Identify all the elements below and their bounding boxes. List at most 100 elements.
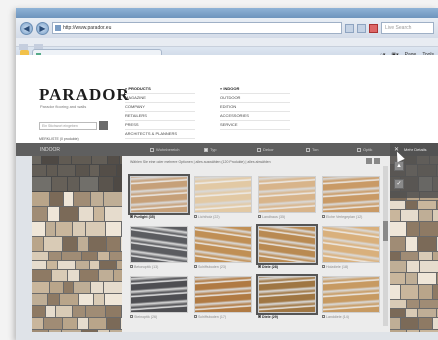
filter-option[interactable]: Optik bbox=[357, 147, 372, 152]
scrollbar-thumb[interactable] bbox=[383, 221, 388, 241]
nav-link[interactable]: ACCESSORIES bbox=[220, 112, 290, 121]
grid-scrollbar[interactable] bbox=[383, 166, 388, 326]
tile-label[interactable]: Landhaus (35) bbox=[258, 215, 285, 219]
floor-sample-tile[interactable] bbox=[130, 276, 188, 313]
floor-sample-tile[interactable] bbox=[258, 176, 316, 213]
tile-checkbox[interactable] bbox=[322, 265, 325, 268]
wood-plank-decor bbox=[76, 261, 89, 269]
tile-checkbox[interactable] bbox=[194, 265, 197, 268]
go-button[interactable] bbox=[345, 23, 354, 33]
tile-label[interactable]: Eiche Verlegeplan (12) bbox=[322, 215, 362, 219]
tile-checkbox[interactable] bbox=[130, 315, 133, 318]
filter-option[interactable]: Ton bbox=[306, 147, 318, 152]
wood-plank-decor bbox=[60, 207, 78, 221]
wood-plank-decor bbox=[420, 330, 438, 332]
wood-plank-decor bbox=[419, 210, 432, 221]
tile-label[interactable]: Holzdiele (18) bbox=[322, 265, 348, 269]
wood-plank-decor bbox=[32, 207, 47, 221]
tile-label[interactable]: Steinoptik (26) bbox=[130, 315, 157, 319]
tile-checkbox[interactable] bbox=[194, 315, 197, 318]
site-search-button[interactable] bbox=[99, 121, 108, 130]
list-view-icon[interactable] bbox=[374, 158, 380, 164]
tile-checkbox[interactable] bbox=[322, 315, 325, 318]
nav-link[interactable]: PRESS bbox=[125, 121, 195, 130]
tile-checkbox[interactable] bbox=[322, 215, 325, 218]
filter-option[interactable]: Wohnbereich bbox=[150, 147, 180, 152]
nav-link[interactable]: » INDOOR bbox=[220, 85, 290, 94]
filter-option[interactable]: Typ bbox=[204, 147, 216, 152]
tile-label[interactable]: Lichtholz (22) bbox=[194, 215, 220, 219]
wood-plank-decor bbox=[62, 252, 81, 260]
nav-link[interactable]: ARCHITECTS & PLANNERS bbox=[125, 130, 195, 139]
wood-plank-decor bbox=[407, 300, 419, 308]
tile-label[interactable]: Diele (29) bbox=[258, 315, 278, 319]
floor-sample-tile[interactable] bbox=[194, 176, 252, 213]
tile-label[interactable]: Schiffsboden (23) bbox=[194, 265, 226, 269]
filter-checkbox[interactable] bbox=[306, 148, 310, 152]
floor-sample-tile[interactable] bbox=[194, 226, 252, 263]
site-search-input[interactable]: Ein Stichwort eingeben bbox=[39, 122, 97, 130]
filter-checkbox[interactable] bbox=[257, 148, 261, 152]
tile-label[interactable]: Diele (28) bbox=[258, 265, 278, 269]
tile-label[interactable]: Betonoptik (13) bbox=[130, 265, 158, 269]
tile-checkbox[interactable] bbox=[130, 265, 133, 268]
confirm-button[interactable]: ✓ bbox=[394, 179, 404, 189]
floor-sample-tile[interactable] bbox=[128, 174, 190, 215]
tile-label[interactable]: Schiffsboden (17) bbox=[194, 315, 226, 319]
forward-arrow-icon[interactable]: ▶ bbox=[36, 21, 49, 35]
wood-plank-decor bbox=[32, 306, 45, 317]
wood-plank-decor bbox=[82, 252, 97, 260]
nav-link[interactable]: MAGAZINE bbox=[125, 94, 195, 103]
url-text: http://www.parador.eu bbox=[63, 25, 112, 31]
tile-label-text: Steinoptik (26) bbox=[134, 315, 158, 319]
nav-link[interactable]: SERVICE bbox=[220, 121, 290, 130]
wood-plank-decor bbox=[107, 237, 120, 251]
nav-link[interactable]: EDITION bbox=[220, 103, 290, 112]
wood-plank-decor bbox=[406, 273, 417, 284]
wood-plank-decor bbox=[32, 237, 43, 251]
back-arrow-icon[interactable]: ◀ bbox=[20, 21, 33, 35]
site-logo[interactable]: PARADOR bbox=[39, 85, 130, 105]
view-toggle bbox=[366, 158, 380, 164]
filter-checkbox[interactable] bbox=[357, 148, 361, 152]
floor-sample-tile[interactable] bbox=[322, 226, 380, 263]
nav-link[interactable]: » PRODUCTS bbox=[125, 85, 195, 94]
grid-view-icon[interactable] bbox=[366, 158, 372, 164]
tile-checkbox[interactable] bbox=[194, 215, 197, 218]
filter-checkbox[interactable] bbox=[150, 148, 154, 152]
wood-plank-decor bbox=[104, 192, 122, 206]
address-bar[interactable]: http://www.parador.eu bbox=[52, 22, 342, 34]
floor-sample-tile[interactable] bbox=[194, 276, 252, 313]
expand-button[interactable]: ▲ bbox=[394, 161, 404, 171]
filter-checkbox[interactable] bbox=[204, 148, 208, 152]
search-input[interactable]: Live Search bbox=[381, 22, 434, 34]
tile-label[interactable]: Purlight (35) bbox=[130, 215, 155, 219]
wood-plank-decor bbox=[390, 300, 406, 308]
floor-sample-tile[interactable] bbox=[322, 176, 380, 213]
tile-checkbox[interactable] bbox=[258, 265, 261, 268]
tile-label[interactable]: Landdiele (14) bbox=[322, 315, 349, 319]
nav-link[interactable]: OUTDOOR bbox=[220, 94, 290, 103]
wood-plank-decor bbox=[406, 201, 417, 209]
my-list-link[interactable]: MERKLISTE (0 produkte) bbox=[39, 137, 79, 141]
left-decor-panel bbox=[32, 156, 122, 332]
wood-plank-decor bbox=[110, 252, 122, 260]
filter-option[interactable]: Dekor bbox=[257, 147, 274, 152]
nav-link[interactable]: RETAILERS bbox=[125, 112, 195, 121]
wood-plank-decor bbox=[420, 261, 438, 272]
floor-sample-tile[interactable] bbox=[256, 274, 318, 315]
filter-bar: INDOOR Wohnbereich Typ Dekor Ton Optik bbox=[16, 143, 438, 156]
tile-checkbox[interactable] bbox=[130, 215, 133, 218]
floor-sample-tile[interactable] bbox=[256, 224, 318, 265]
wood-plank-decor bbox=[407, 261, 419, 272]
nav-link[interactable]: COMPANY bbox=[125, 103, 195, 112]
floor-sample-tile[interactable] bbox=[130, 226, 188, 263]
tile-checkbox[interactable] bbox=[258, 315, 261, 318]
tile-checkbox[interactable] bbox=[258, 215, 261, 218]
wood-plank-decor bbox=[418, 273, 436, 284]
wood-plank-decor bbox=[47, 261, 57, 269]
stop-icon[interactable] bbox=[369, 23, 378, 33]
floor-sample-tile[interactable] bbox=[322, 276, 380, 313]
refresh-icon[interactable] bbox=[357, 23, 366, 33]
left-panel-overlay bbox=[32, 156, 122, 192]
